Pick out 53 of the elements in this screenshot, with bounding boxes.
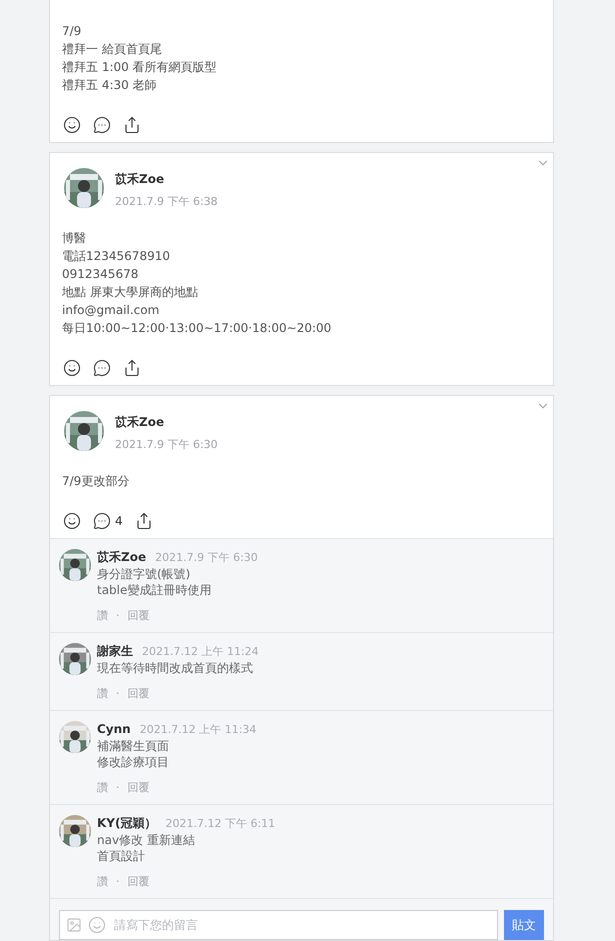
post-text: 0912345678 [62,266,140,283]
comment-input[interactable]: 請寫下您的留言 [112,917,491,933]
like-link[interactable]: 讚 [97,608,108,624]
reaction-button[interactable] [63,359,81,377]
share-button[interactable] [123,116,141,134]
post-time: 2021.7.9 下午 6:38 [115,194,218,210]
like-link[interactable]: 讚 [97,686,108,702]
comment-text: 修改診療項目 [97,754,170,770]
commenter-name: 苡禾Zoe [97,549,146,565]
author-name: 苡禾Zoe [115,171,166,187]
commenter-name: 謝家生 [97,643,133,659]
post-text: 7/9 [62,23,82,40]
post-time: 2021.7.9 下午 6:30 [115,437,218,453]
comment-time: 2021.7.12 上午 11:24 [142,644,259,660]
comment-time: 2021.7.9 下午 6:30 [155,550,258,566]
comment-text: nav修改 重新連結 [97,832,196,848]
reaction-button[interactable] [63,512,81,530]
author-name: 苡禾Zoe [115,414,166,430]
reply-link[interactable]: 回覆 [128,608,150,624]
share-button[interactable] [134,512,153,530]
separator-dot: · [116,780,120,796]
reply-link[interactable]: 回覆 [128,874,150,890]
post-text: info@gmail.com [62,302,160,319]
comment-text: 首頁設計 [97,848,146,864]
reply-link[interactable]: 回覆 [128,780,150,796]
post-button[interactable]: 貼文 [504,910,544,940]
comment-text: 身分證字號(帳號) [97,566,192,582]
comment-time: 2021.7.12 下午 6:11 [165,816,276,832]
like-link[interactable]: 讚 [97,780,108,796]
post-text: 博醫 [62,230,87,247]
post-text: 地點 屏東大學屏商的地點 [62,284,199,301]
commenter-name: KY(冠穎） [97,815,156,831]
reply-link[interactable]: 回覆 [128,686,150,702]
post-text: 每日10:00~12:00‧13:00~17:00‧18:00~20:00 [62,320,332,337]
comment-text: table變成註冊時使用 [97,582,212,598]
separator-dot: · [116,686,120,702]
commenter-name: Cynn [97,721,131,737]
post-text: 禮拜一 給頁首頁尾 [62,41,163,58]
separator-dot: · [116,874,120,890]
post-text: 禮拜五 4:30 老師 [62,77,158,94]
post-text: 電話12345678910 [62,248,171,265]
comment-button[interactable] [93,116,111,134]
separator-dot: · [116,608,120,624]
comment-text: 補滿醫生頁面 [97,738,170,754]
post-text: 禮拜五 1:00 看所有網頁版型 [62,59,218,76]
like-link[interactable]: 讚 [97,874,108,890]
comment-text: 現在等待時間改成首頁的樣式 [97,660,254,676]
post-text: 7/9更改部分 [62,473,130,490]
comment-time: 2021.7.12 上午 11:34 [140,722,256,738]
reaction-button[interactable] [63,116,81,134]
comment-button[interactable] [93,359,111,377]
share-button[interactable] [123,359,141,377]
comment-field[interactable]: 請寫下您的留言 [59,910,498,940]
